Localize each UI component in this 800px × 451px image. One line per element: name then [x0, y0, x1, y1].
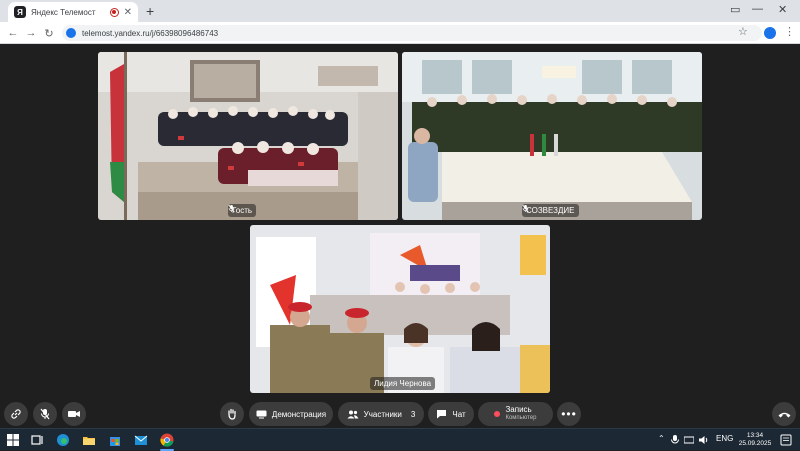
- network-icon[interactable]: [684, 435, 694, 445]
- participant-name: Гость: [232, 206, 253, 215]
- link-icon: [11, 409, 21, 419]
- file-explorer-icon[interactable]: [82, 433, 96, 447]
- reload-icon[interactable]: ↻: [42, 26, 56, 40]
- guest-video-feed: [98, 52, 398, 220]
- close-tab-icon[interactable]: ✕: [124, 7, 132, 18]
- record-button[interactable]: Запись Компьютер: [478, 402, 553, 426]
- address-bar[interactable]: telemost.yandex.ru/j/66398096486743: [62, 25, 762, 41]
- browser-toolbar: ← → ↻ telemost.yandex.ru/j/6639809648674…: [0, 22, 800, 44]
- tab-title: Яндекс Телемост: [31, 7, 96, 17]
- participant-name-tag: Гость: [228, 204, 257, 217]
- store-icon[interactable]: [108, 433, 122, 447]
- windows-taskbar: ⌃ ENG 13:34 25.09.2025: [0, 428, 800, 451]
- tray-overflow-icon[interactable]: ⌃: [658, 434, 665, 443]
- copy-link-button[interactable]: [4, 402, 28, 426]
- chrome-icon[interactable]: [160, 433, 174, 447]
- back-arrow-icon[interactable]: ←: [6, 26, 20, 40]
- mail-icon[interactable]: [134, 433, 148, 447]
- monitor-icon: [256, 410, 267, 418]
- url-text: telemost.yandex.ru/j/66398096486743: [82, 28, 219, 38]
- screen-share-button[interactable]: Демонстрация: [249, 402, 333, 426]
- recording-indicator-icon: [109, 7, 119, 17]
- people-icon: [347, 410, 359, 418]
- video-tile-lidia[interactable]: Лидия Чернова: [250, 225, 550, 393]
- browser-tab-strip: Я Яндекс Телемост ✕ + ▭ — ✕: [0, 0, 800, 22]
- windows-start-icon[interactable]: [6, 433, 20, 447]
- participant-name: СОЗВЕЗДИЕ: [526, 206, 575, 215]
- call-control-bar: Демонстрация Участники 3 Чат Запись Комп…: [0, 400, 800, 428]
- video-tile-guest[interactable]: Гость: [98, 52, 398, 220]
- record-target-label: Компьютер: [505, 415, 537, 421]
- speaker-icon[interactable]: [698, 435, 710, 445]
- notifications-icon[interactable]: [780, 434, 792, 446]
- edge-browser-icon[interactable]: [56, 433, 70, 447]
- chat-icon: [437, 410, 447, 419]
- camera-icon: [68, 411, 80, 417]
- ellipsis-icon: •••: [561, 407, 577, 421]
- chat-label: Чат: [452, 409, 466, 419]
- participant-name: Лидия Чернова: [374, 379, 432, 388]
- more-icon[interactable]: ⋮: [784, 25, 795, 38]
- keyboard-language[interactable]: ENG: [716, 434, 733, 443]
- clock-time: 13:34: [746, 432, 764, 439]
- record-dot-icon: [494, 411, 501, 417]
- new-tab-icon[interactable]: +: [146, 3, 154, 19]
- participants-button[interactable]: Участники 3: [338, 402, 424, 426]
- camera-button[interactable]: [62, 402, 86, 426]
- forward-arrow-icon[interactable]: →: [24, 26, 38, 40]
- video-stage: Гость СОЗВЕЗДИЕ Лидия Чернова: [0, 44, 800, 400]
- screen-share-label: Демонстрация: [271, 409, 327, 419]
- task-view-icon[interactable]: [30, 433, 44, 447]
- record-label: Запись: [505, 405, 532, 414]
- mic-muted-icon: [228, 204, 235, 213]
- chat-button[interactable]: Чат: [428, 402, 474, 426]
- minimize-icon[interactable]: ▭: [730, 3, 740, 16]
- raise-hand-button[interactable]: [220, 402, 244, 426]
- video-tile-sozvezdie[interactable]: СОЗВЕЗДИЕ: [402, 52, 702, 220]
- yandex-favicon-icon: Я: [14, 6, 26, 18]
- window-close-icon[interactable]: ✕: [778, 3, 787, 16]
- mic-muted-icon: [40, 408, 50, 420]
- clock-date: 25.09.2025: [738, 440, 772, 447]
- window-minimize-icon[interactable]: —: [752, 3, 763, 15]
- mic-muted-icon: [522, 204, 529, 213]
- site-info-icon[interactable]: [66, 28, 76, 38]
- microphone-button[interactable]: [33, 402, 57, 426]
- hang-up-icon: [778, 412, 790, 417]
- tray-microphone-icon[interactable]: [670, 434, 680, 446]
- more-options-button[interactable]: •••: [557, 402, 581, 426]
- participant-name-tag: Лидия Чернова: [370, 377, 436, 390]
- profile-icon[interactable]: [764, 27, 776, 39]
- lidia-video-feed: [250, 225, 550, 393]
- end-call-button[interactable]: [772, 402, 796, 426]
- participants-count: 3: [410, 409, 416, 419]
- star-icon[interactable]: ☆: [738, 25, 748, 38]
- system-clock[interactable]: 13:34 25.09.2025: [738, 432, 772, 448]
- participant-name-tag: СОЗВЕЗДИЕ: [522, 204, 579, 217]
- participants-label: Участники: [363, 409, 402, 419]
- browser-tab[interactable]: Я Яндекс Телемост ✕: [8, 2, 138, 22]
- hand-icon: [228, 408, 236, 420]
- sozvezdie-video-feed: [402, 52, 702, 220]
